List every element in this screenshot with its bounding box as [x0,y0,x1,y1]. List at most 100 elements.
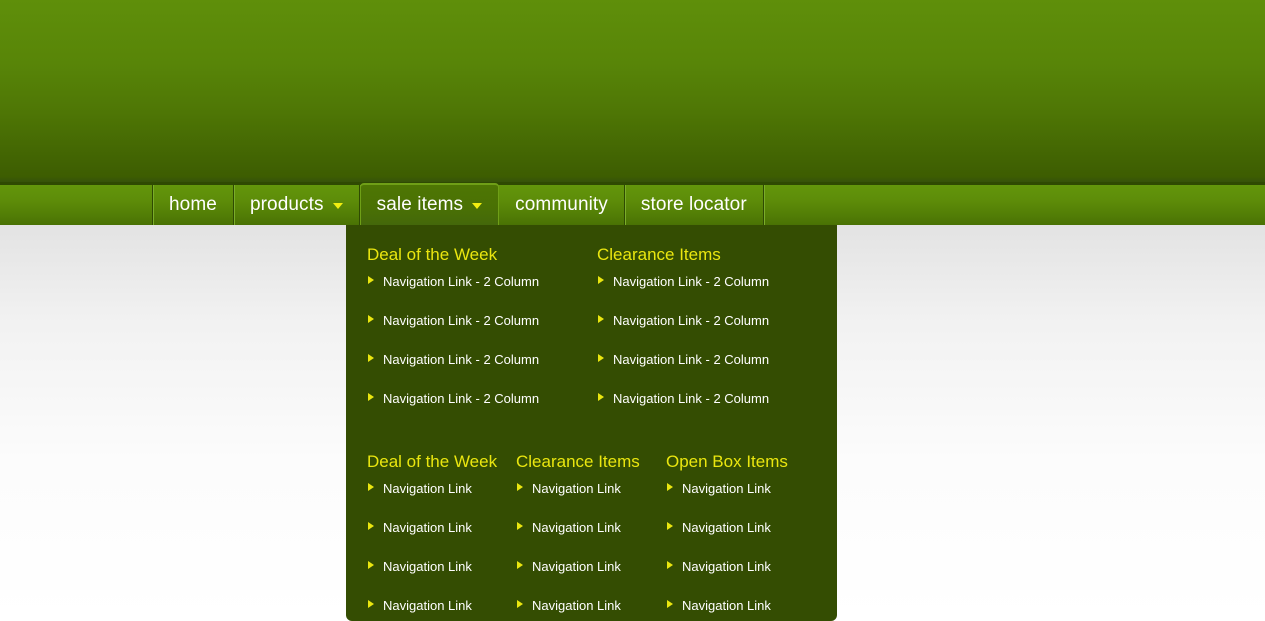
list-item: Navigation Link - 2 Column [597,391,798,406]
page-root: home products sale items community store… [0,0,1265,621]
nav-item-label: sale items [376,194,464,215]
dropdown-link-label: Navigation Link - 2 Column [613,352,770,367]
arrow-right-icon [368,276,374,284]
dropdown-link[interactable]: Navigation Link [666,520,806,535]
nav-item-home[interactable]: home [153,185,234,225]
list-item: Navigation Link [516,598,646,613]
list-item: Navigation Link - 2 Column [367,391,572,406]
dropdown-column-open-box-items-3col: Open Box Items Navigation Link Navigatio… [646,452,806,621]
dropdown-link[interactable]: Navigation Link [666,559,806,574]
dropdown-link-list: Navigation Link - 2 Column Navigation Li… [597,274,798,406]
dropdown-link-label: Navigation Link - 2 Column [383,274,540,289]
list-item: Navigation Link [516,559,646,574]
arrow-right-icon [517,561,523,569]
dropdown-link-label: Navigation Link [682,481,771,496]
dropdown-column-heading: Deal of the Week [367,452,498,471]
list-item: Navigation Link [516,520,646,535]
dropdown-link-label: Navigation Link [682,559,771,574]
nav-item-label: store locator [640,194,747,215]
arrow-right-icon [368,600,374,608]
dropdown-link[interactable]: Navigation Link [516,481,646,496]
list-item: Navigation Link - 2 Column [597,274,798,289]
main-navigation-bar: home products sale items community store… [0,182,1265,225]
arrow-right-icon [368,483,374,491]
nav-item-label: products [249,194,324,215]
dropdown-link-label: Navigation Link - 2 Column [383,313,540,328]
dropdown-link[interactable]: Navigation Link - 2 Column [367,274,572,289]
arrow-right-icon [667,522,673,530]
dropdown-link[interactable]: Navigation Link [367,520,498,535]
arrow-right-icon [667,561,673,569]
dropdown-link-label: Navigation Link [532,559,621,574]
list-item: Navigation Link [516,481,646,496]
dropdown-link-label: Navigation Link [383,598,472,613]
arrow-right-icon [517,483,523,491]
arrow-right-icon [368,354,374,362]
arrow-right-icon [368,561,374,569]
arrow-right-icon [598,315,604,323]
list-item: Navigation Link [666,520,806,535]
list-item: Navigation Link [367,559,498,574]
dropdown-link[interactable]: Navigation Link - 2 Column [597,274,798,289]
dropdown-column-deal-of-the-week-2col: Deal of the Week Navigation Link - 2 Col… [346,245,572,430]
sale-items-mega-dropdown: Deal of the Week Navigation Link - 2 Col… [346,225,837,621]
nav-item-products[interactable]: products [234,185,360,225]
arrow-right-icon [667,600,673,608]
dropdown-link[interactable]: Navigation Link [516,559,646,574]
dropdown-link-label: Navigation Link - 2 Column [613,274,770,289]
dropdown-link-label: Navigation Link - 2 Column [613,391,770,406]
dropdown-column-clearance-items-2col: Clearance Items Navigation Link - 2 Colu… [572,245,798,430]
dropdown-link[interactable]: Navigation Link - 2 Column [597,313,798,328]
list-item: Navigation Link - 2 Column [367,313,572,328]
list-item: Navigation Link [666,559,806,574]
chevron-down-icon [332,203,343,209]
dropdown-link-label: Navigation Link [532,520,621,535]
arrow-right-icon [667,483,673,491]
dropdown-column-heading: Deal of the Week [367,245,498,264]
dropdown-link[interactable]: Navigation Link - 2 Column [367,391,572,406]
dropdown-link-list: Navigation Link Navigation Link Navigati… [516,481,646,613]
dropdown-link-list: Navigation Link - 2 Column Navigation Li… [367,274,572,406]
dropdown-link-label: Navigation Link [383,520,472,535]
arrow-right-icon [598,354,604,362]
dropdown-link[interactable]: Navigation Link [666,598,806,613]
dropdown-link[interactable]: Navigation Link [367,598,498,613]
dropdown-link[interactable]: Navigation Link - 2 Column [367,313,572,328]
dropdown-link-list: Navigation Link Navigation Link Navigati… [367,481,498,613]
dropdown-column-heading: Open Box Items [666,452,788,471]
dropdown-column-heading: Clearance Items [516,452,640,471]
dropdown-two-column-section: Deal of the Week Navigation Link - 2 Col… [346,245,837,430]
list-item: Navigation Link [367,598,498,613]
list-item: Navigation Link [367,520,498,535]
nav-left-spacer [0,185,153,225]
nav-item-community[interactable]: community [499,185,625,225]
dropdown-column-heading: Clearance Items [597,245,721,264]
list-item: Navigation Link - 2 Column [597,313,798,328]
dropdown-link[interactable]: Navigation Link - 2 Column [597,352,798,367]
chevron-down-icon [472,203,483,209]
nav-item-sale-items[interactable]: sale items [359,183,500,225]
dropdown-link[interactable]: Navigation Link [516,598,646,613]
site-header-banner [0,0,1265,182]
dropdown-link[interactable]: Navigation Link [367,559,498,574]
dropdown-column-clearance-items-3col: Clearance Items Navigation Link Navigati… [498,452,646,621]
arrow-right-icon [368,522,374,530]
dropdown-link-label: Navigation Link [383,481,472,496]
arrow-right-icon [517,600,523,608]
dropdown-column-deal-of-the-week-3col: Deal of the Week Navigation Link Navigat… [346,452,498,621]
dropdown-link-label: Navigation Link [532,598,621,613]
list-item: Navigation Link - 2 Column [367,274,572,289]
list-item: Navigation Link - 2 Column [597,352,798,367]
nav-item-label: home [169,194,217,215]
nav-list: home products sale items community store… [0,183,764,225]
nav-item-store-locator[interactable]: store locator [625,185,764,225]
dropdown-link-label: Navigation Link - 2 Column [383,391,540,406]
dropdown-link[interactable]: Navigation Link [516,520,646,535]
dropdown-link[interactable]: Navigation Link [666,481,806,496]
dropdown-link[interactable]: Navigation Link - 2 Column [367,352,572,367]
dropdown-link[interactable]: Navigation Link - 2 Column [597,391,798,406]
dropdown-link[interactable]: Navigation Link [367,481,498,496]
dropdown-link-list: Navigation Link Navigation Link Navigati… [666,481,806,613]
dropdown-link-label: Navigation Link - 2 Column [613,313,770,328]
arrow-right-icon [368,393,374,401]
